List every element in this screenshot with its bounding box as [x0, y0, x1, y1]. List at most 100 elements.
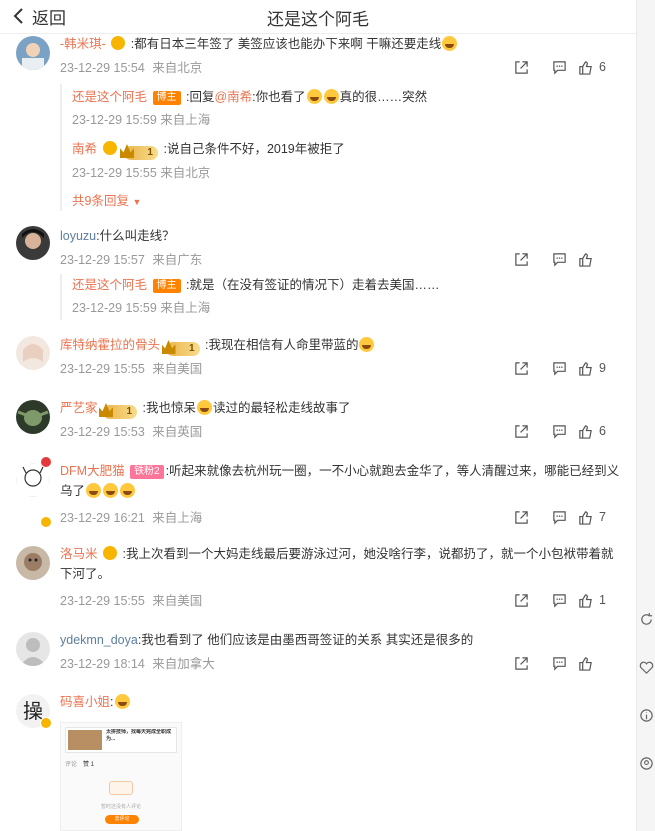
blogger-tag: 博主	[152, 279, 181, 293]
username-link[interactable]: 严艺家	[60, 401, 98, 415]
more-replies-label: 共9条回复	[72, 194, 129, 208]
action-bar	[502, 249, 618, 269]
avatar[interactable]	[16, 400, 50, 434]
username-link[interactable]: 南希	[72, 142, 97, 156]
mention-link[interactable]: @南希	[214, 90, 252, 104]
comment-button[interactable]	[540, 421, 578, 441]
reply-meta: 23-12-29 15:55 来自北京	[72, 162, 210, 181]
share-button[interactable]	[502, 57, 540, 77]
avatar[interactable]	[16, 226, 50, 260]
comment-button[interactable]	[540, 590, 578, 610]
share-button[interactable]	[502, 590, 540, 610]
laugh-emoji-icon	[323, 89, 339, 104]
username-link[interactable]: 库特纳霍拉的骨头	[60, 338, 160, 352]
fan-tag: 铁粉2	[130, 465, 164, 479]
thumbnail-tab: 赞 1	[83, 762, 95, 768]
location: 来自上海	[160, 301, 211, 315]
reply-text: :你也看了	[252, 90, 306, 104]
timestamp: 23-12-29 16:21	[60, 511, 145, 525]
avatar[interactable]	[16, 336, 50, 370]
like-button[interactable]: 6	[578, 424, 618, 439]
action-bar: 7	[502, 507, 618, 527]
like-button[interactable]: 6	[578, 60, 618, 75]
comment-button[interactable]	[540, 57, 578, 77]
comment-body: -韩米琪- :都有日本三年签了 美签应该也能办下来啊 干嘛还要走线	[60, 34, 620, 54]
comment-meta: 23-12-29 15:53 来自英国	[60, 421, 202, 440]
share-icon	[514, 424, 528, 438]
thumbnail-tabs: 评论赞 1	[65, 759, 94, 768]
comment-button[interactable]	[540, 507, 578, 527]
comment-icon	[552, 361, 566, 376]
thumbs-up-icon	[579, 510, 592, 525]
share-button[interactable]	[502, 421, 540, 441]
refresh-icon[interactable]	[639, 612, 654, 627]
thumbnail-empty-text: 暂时还没有人评论	[100, 804, 141, 810]
username-link[interactable]: 码喜小姐	[60, 695, 110, 709]
avatar[interactable]	[16, 463, 50, 497]
username-link[interactable]: 还是这个阿毛	[72, 278, 147, 292]
username-link[interactable]: loyuzu	[60, 229, 96, 243]
reply-item: 还是这个阿毛 博主 :就是（在没有签证的情况下）走着去美国……	[72, 274, 620, 293]
reply-text: :说自己条件不好，2019年被拒了	[163, 142, 345, 156]
top-bar: 返回 还是这个阿毛	[0, 0, 636, 34]
thumbs-up-icon	[579, 424, 592, 439]
sofa-icon	[109, 781, 133, 795]
like-button[interactable]: 1	[578, 593, 618, 608]
username-link[interactable]: 洛马米	[60, 547, 98, 561]
comment-button[interactable]	[540, 249, 578, 269]
heart-icon[interactable]	[639, 660, 654, 675]
thumbnail-headline: 太拼技师，找每天完成全职成为...	[106, 729, 172, 742]
level-badge: 1	[103, 405, 137, 419]
location: 来自美国	[152, 594, 203, 608]
reply-text: :回复	[185, 90, 215, 104]
share-button[interactable]	[502, 653, 540, 673]
location: 来自北京	[152, 61, 203, 75]
comment-meta: 23-12-29 15:57 来自广东	[60, 249, 202, 268]
timestamp: 23-12-29 15:57	[60, 253, 145, 267]
username-link[interactable]: DFM大肥猫	[60, 464, 125, 478]
like-button[interactable]	[578, 252, 618, 267]
avatar[interactable]	[16, 632, 50, 666]
share-button[interactable]	[502, 358, 540, 378]
comment-list: -韩米琪- :都有日本三年签了 美签应该也能办下来啊 干嘛还要走线 23-12-…	[0, 34, 636, 831]
reply-meta: 23-12-29 15:59 来自上海	[72, 109, 210, 128]
share-button[interactable]	[502, 249, 540, 269]
comment-text: :我现在相信有人命里带蓝的	[204, 338, 359, 352]
reply-thread: 还是这个阿毛 博主 :就是（在没有签证的情况下）走着去美国…… 23-12-29…	[60, 274, 620, 320]
vip-badge-icon	[111, 36, 126, 50]
comment-button[interactable]	[540, 653, 578, 673]
laugh-emoji-icon	[103, 483, 119, 498]
username-link[interactable]: 还是这个阿毛	[72, 90, 147, 104]
comment-icon	[552, 593, 566, 608]
avatar[interactable]	[16, 546, 50, 580]
user-icon[interactable]	[639, 756, 654, 771]
reply-text: :就是（在没有签证的情况下）走着去美国……	[185, 278, 440, 292]
info-icon[interactable]	[639, 708, 654, 723]
thumbnail-post-card: 太拼技师，找每天完成全职成为...	[65, 727, 177, 753]
laugh-emoji-icon	[120, 483, 136, 498]
level-badge: 1	[165, 342, 200, 356]
share-icon	[514, 593, 528, 607]
like-button[interactable]	[578, 656, 618, 671]
reply-item: 南希 1 :说自己条件不好，2019年被拒了	[72, 138, 620, 160]
comment-button[interactable]	[540, 358, 578, 378]
share-button[interactable]	[502, 507, 540, 527]
view-more-replies-link[interactable]: 共9条回复 ▼	[72, 190, 141, 209]
comment-meta: 23-12-29 18:14 来自加拿大	[60, 653, 215, 672]
thumbnail-button: 去评论	[105, 815, 139, 824]
comment-body: 洛马米 :我上次看到一个大妈走线最后要游泳过河，她没啥行李，说都扔了，就一个小包…	[60, 544, 620, 584]
like-button[interactable]: 7	[578, 510, 618, 525]
timestamp: 23-12-29 18:14	[60, 657, 145, 671]
thumbs-up-icon	[579, 361, 592, 376]
vip-badge-icon	[102, 141, 117, 155]
action-bar: 1	[502, 590, 618, 610]
username-link[interactable]: -韩米琪-	[60, 37, 106, 51]
comment-body: DFM大肥猫 铁粉2:听起来就像去杭州玩一圈，一不小心就跑去金华了，等人清醒过来…	[60, 461, 620, 501]
like-button[interactable]: 9	[578, 361, 618, 376]
comment-text: :什么叫走线？	[96, 229, 175, 243]
attached-image[interactable]: 太拼技师，找每天完成全职成为... 评论赞 1 暂时还没有人评论 去评论	[60, 722, 182, 831]
username-link[interactable]: ydekmn_doya	[60, 633, 138, 647]
action-bar: 6	[502, 57, 618, 77]
avatar[interactable]	[16, 36, 50, 70]
thumbnail-picture	[68, 730, 102, 750]
